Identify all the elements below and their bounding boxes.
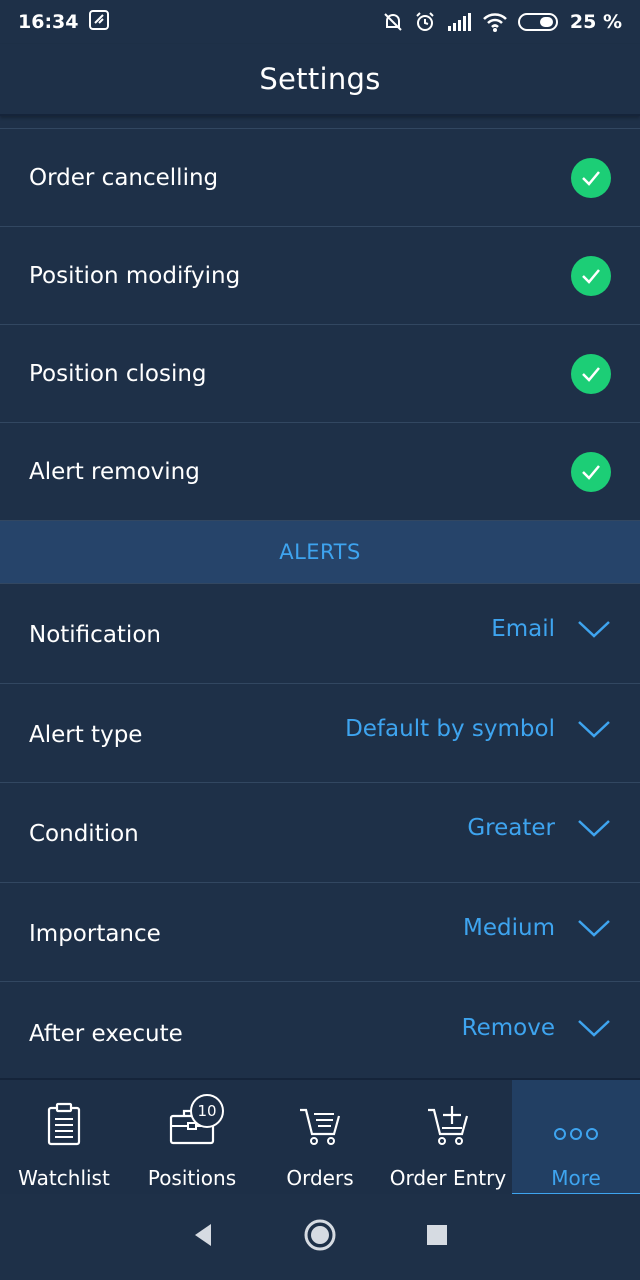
- alarm-icon: [414, 11, 436, 33]
- wifi-icon: [482, 11, 508, 33]
- system-nav-bar: [0, 1194, 640, 1280]
- app-header: Settings: [0, 44, 640, 116]
- setting-label: Notification: [29, 622, 161, 649]
- dropdown-value: Default by symbol: [345, 715, 555, 742]
- status-time: 16:34: [18, 11, 79, 33]
- setting-label: Order cancelling: [29, 164, 219, 191]
- setting-label: Alert type: [29, 721, 143, 748]
- clipboard-icon: [46, 1080, 82, 1146]
- back-icon[interactable]: [191, 1222, 215, 1252]
- setting-label: Importance: [29, 921, 161, 948]
- setting-row-position-modifying[interactable]: Position modifying: [0, 227, 640, 325]
- setting-row-notification[interactable]: Notification Email: [0, 584, 640, 684]
- nav-positions[interactable]: 10 Positions: [128, 1080, 256, 1196]
- nav-label: More: [551, 1166, 601, 1190]
- nav-label: Order Entry: [389, 1166, 507, 1190]
- setting-label: Condition: [29, 821, 139, 848]
- check-icon[interactable]: [571, 157, 611, 198]
- setting-row-order-cancelling[interactable]: Order cancelling: [0, 129, 640, 227]
- nav-label: Positions: [147, 1166, 237, 1190]
- check-icon[interactable]: [571, 451, 611, 492]
- chevron-down-icon: [578, 820, 610, 838]
- importance-dropdown[interactable]: Medium: [463, 915, 611, 941]
- dropdown-value: Email: [491, 616, 555, 643]
- setting-label: Position modifying: [29, 262, 241, 289]
- condition-dropdown[interactable]: Greater: [467, 815, 611, 841]
- chevron-down-icon: [578, 1019, 610, 1037]
- setting-row-importance[interactable]: Importance Medium: [0, 883, 640, 983]
- dropdown-value: Medium: [463, 915, 555, 942]
- more-dots-icon: [552, 1080, 600, 1146]
- signal-icon: [446, 12, 472, 32]
- setting-row-alert-type[interactable]: Alert type Default by symbol: [0, 684, 640, 784]
- setting-label: Position closing: [29, 360, 207, 387]
- nav-more[interactable]: More: [512, 1080, 640, 1196]
- chevron-down-icon: [578, 920, 610, 937]
- nav-label: Watchlist: [18, 1166, 110, 1190]
- notification-dropdown[interactable]: Email: [491, 616, 611, 642]
- nav-watchlist[interactable]: Watchlist: [0, 1080, 128, 1196]
- after-execute-dropdown[interactable]: Remove: [462, 1015, 611, 1041]
- section-title: ALERTS: [279, 540, 361, 564]
- setting-row-alert-removing[interactable]: Alert removing: [0, 423, 640, 521]
- bottom-nav: Watchlist 10 Positions Orders Order Entr…: [0, 1078, 640, 1196]
- setting-row-after-execute[interactable]: After execute Remove: [0, 982, 640, 1082]
- alerts-section-header: ALERTS: [0, 521, 640, 584]
- battery-percent: 25 %: [569, 11, 622, 33]
- nav-orders[interactable]: Orders: [256, 1080, 384, 1196]
- nav-order-entry[interactable]: Order Entry: [384, 1080, 512, 1196]
- home-icon[interactable]: [303, 1218, 337, 1256]
- nav-label: Orders: [286, 1166, 354, 1190]
- settings-list: Order cancelling Position modifying Posi…: [0, 128, 640, 1082]
- setting-row-position-closing[interactable]: Position closing: [0, 325, 640, 423]
- battery-icon: [517, 11, 560, 33]
- cart-plus-icon: [426, 1080, 470, 1146]
- setting-label: After execute: [29, 1020, 183, 1047]
- page-title: Settings: [259, 62, 381, 96]
- dropdown-value: Greater: [467, 815, 555, 842]
- status-bar: 16:34 25 %: [0, 0, 640, 44]
- mute-icon: [382, 11, 404, 33]
- screenshot-icon: [88, 9, 110, 36]
- check-icon[interactable]: [571, 255, 611, 296]
- chevron-down-icon: [578, 720, 610, 738]
- check-icon[interactable]: [571, 353, 611, 394]
- recents-icon[interactable]: [425, 1223, 449, 1251]
- setting-label: Alert removing: [29, 458, 200, 485]
- setting-row-condition[interactable]: Condition Greater: [0, 783, 640, 883]
- dropdown-value: Remove: [461, 1014, 555, 1041]
- chevron-down-icon: [578, 621, 610, 639]
- alert-type-dropdown[interactable]: Default by symbol: [345, 716, 611, 742]
- cart-list-icon: [298, 1080, 342, 1146]
- positions-badge: 10: [190, 1094, 224, 1128]
